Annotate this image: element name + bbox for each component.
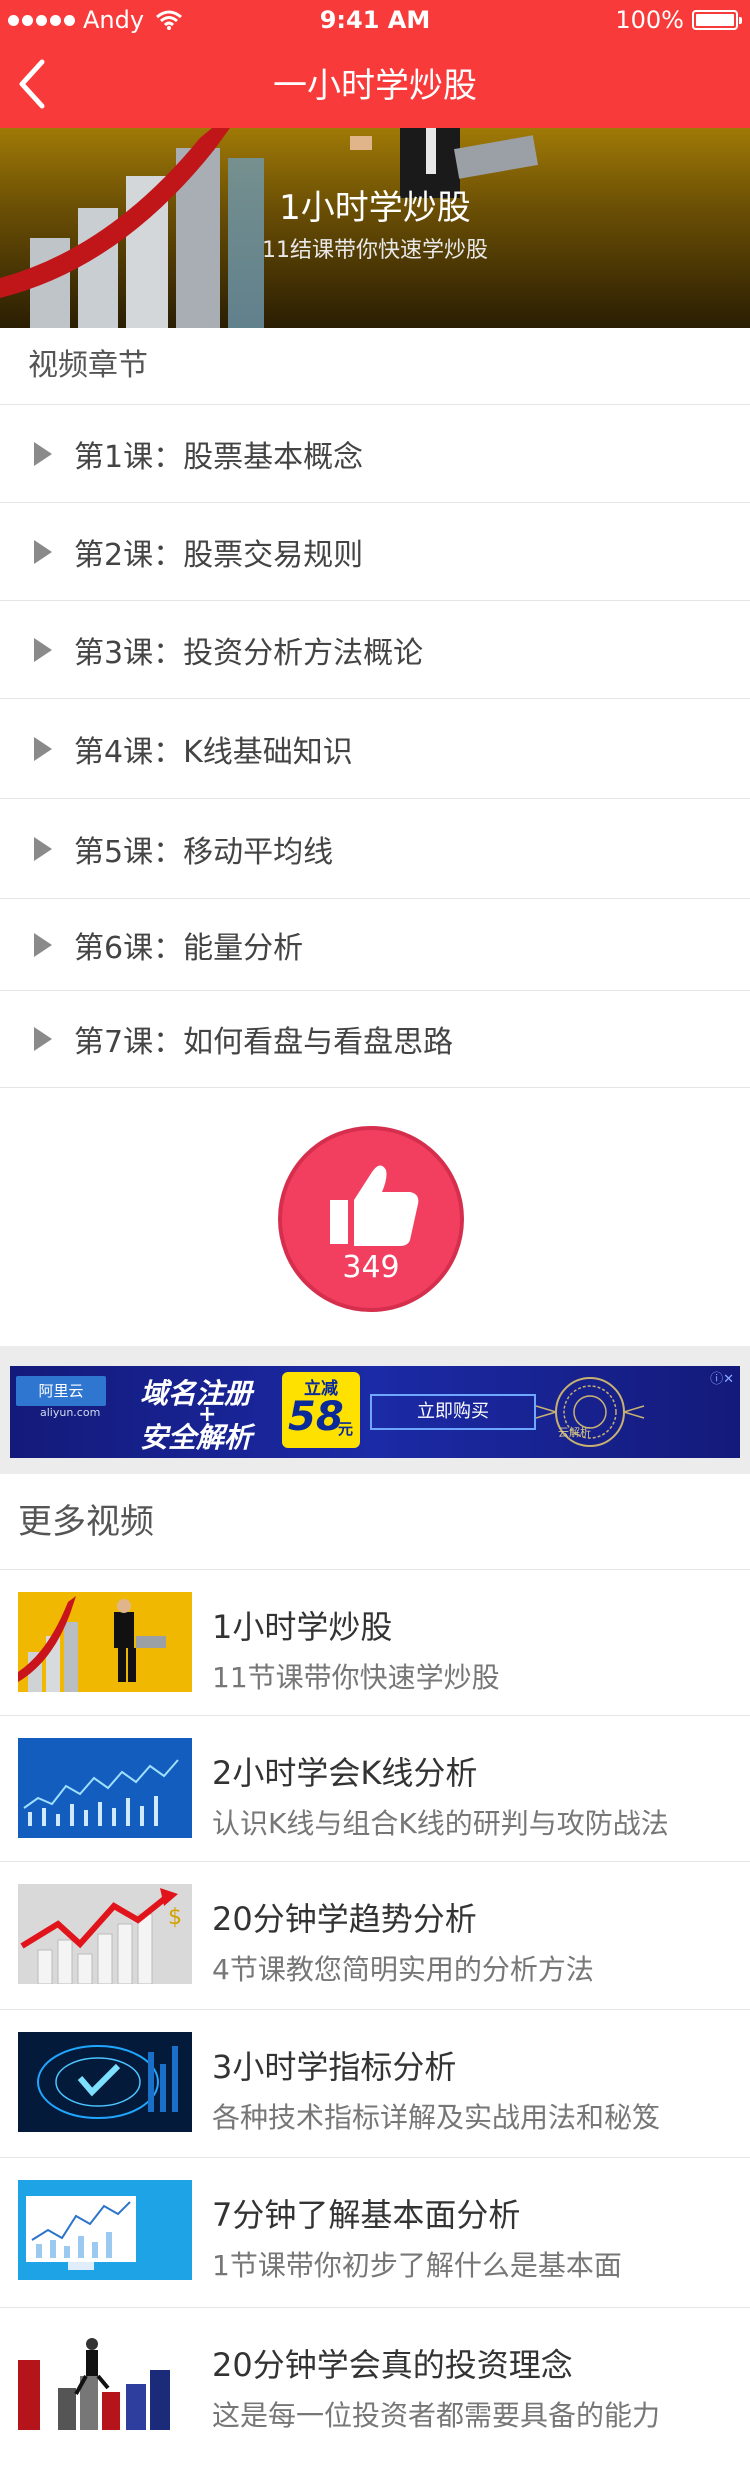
video-title: 2小时学会K线分析 xyxy=(212,1754,478,1792)
play-triangle-icon xyxy=(34,736,52,761)
hero-banner: 1小时学炒股 11结课带你快速学炒股 xyxy=(0,128,750,328)
lesson-item-3[interactable]: 第3课：投资分析方法概论 xyxy=(0,600,750,698)
lesson-item-2[interactable]: 第2课：股票交易规则 xyxy=(0,502,750,600)
lesson-label: 第4课：K线基础知识 xyxy=(74,734,353,770)
play-triangle-icon xyxy=(34,539,52,564)
play-triangle-icon xyxy=(34,836,52,861)
video-item-4[interactable]: 3小时学指标分析 各种技术指标详解及实战用法和秘笈 xyxy=(0,2010,750,2158)
video-thumbnail xyxy=(18,1592,192,1692)
buy-now-button[interactable]: 立即购买 xyxy=(370,1394,536,1430)
battery-percent: 100% xyxy=(615,6,684,34)
more-videos-heading: 更多视频 xyxy=(0,1474,750,1570)
video-title: 20分钟学会真的投资理念 xyxy=(212,2346,573,2384)
badge-number: 58 xyxy=(288,1394,344,1440)
svg-text:$: $ xyxy=(168,1905,182,1930)
video-thumbnail xyxy=(18,2180,192,2280)
video-item-5[interactable]: 7分钟了解基本面分析 1节课带你初步了解什么是基本面 xyxy=(0,2158,750,2308)
video-title: 3小时学指标分析 xyxy=(212,2048,457,2086)
status-right: 100% xyxy=(615,6,742,34)
hero-subtitle: 11结课带你快速学炒股 xyxy=(262,238,488,263)
like-count: 349 xyxy=(342,1250,400,1285)
lesson-item-7[interactable]: 第7课：如何看盘与看盘思路 xyxy=(0,990,750,1088)
lesson-label: 第3课：投资分析方法概论 xyxy=(74,635,424,671)
aliyun-domain: aliyun.com xyxy=(40,1406,101,1419)
video-item-6[interactable]: 20分钟学会真的投资理念 这是每一位投资者都需要具备的能力 xyxy=(0,2308,750,2468)
video-title: 20分钟学趋势分析 xyxy=(212,1900,477,1938)
video-subtitle: 这是每一位投资者都需要具备的能力 xyxy=(212,2399,661,2432)
ad-banner[interactable]: 阿里云 aliyun.com 域名注册 + 安全解析 立减 58 元 立即购买 … xyxy=(10,1366,740,1458)
like-button[interactable]: 349 xyxy=(278,1126,464,1312)
video-subtitle: 4节课教您简明实用的分析方法 xyxy=(212,1953,594,1986)
page-title: 一小时学炒股 xyxy=(273,66,477,106)
battery-icon xyxy=(692,10,742,30)
play-triangle-icon xyxy=(34,1027,52,1051)
lesson-label: 第2课：股票交易规则 xyxy=(74,537,364,573)
play-triangle-icon xyxy=(34,932,52,957)
video-thumbnail: $ xyxy=(18,1884,192,1984)
lesson-item-4[interactable]: 第4课：K线基础知识 xyxy=(0,698,750,798)
play-triangle-icon xyxy=(34,637,52,662)
status-bar: Andy 9:41 AM 100% xyxy=(0,0,750,40)
video-title: 7分钟了解基本面分析 xyxy=(212,2196,521,2234)
lesson-item-5[interactable]: 第5课：移动平均线 xyxy=(0,798,750,898)
aliyun-logo: 阿里云 xyxy=(16,1376,106,1406)
lesson-item-1[interactable]: 第1课：股票基本概念 xyxy=(0,404,750,502)
lesson-label: 第7课：如何看盘与看盘思路 xyxy=(74,1025,454,1060)
seal-label: 云解析 xyxy=(558,1426,591,1439)
video-subtitle: 11节课带你快速学炒股 xyxy=(212,1661,500,1694)
lesson-item-6[interactable]: 第6课：能量分析 xyxy=(0,898,750,990)
lesson-label: 第1课：股票基本概念 xyxy=(74,439,364,475)
hero-title: 1小时学炒股 xyxy=(279,188,471,228)
discount-badge: 立减 58 元 xyxy=(282,1372,360,1448)
video-thumbnail xyxy=(18,1738,192,1838)
video-subtitle: 1节课带你初步了解什么是基本面 xyxy=(212,2249,622,2282)
video-thumbnail xyxy=(18,2032,192,2132)
play-triangle-icon xyxy=(34,441,52,466)
video-item-1[interactable]: 1小时学炒股 11节课带你快速学炒股 xyxy=(0,1570,750,1716)
video-subtitle: 认识K线与组合K线的研判与攻防战法 xyxy=(212,1807,669,1840)
video-thumbnail xyxy=(18,2330,192,2430)
seal-icon xyxy=(535,1377,645,1447)
lesson-label: 第6课：能量分析 xyxy=(74,930,304,966)
video-title: 1小时学炒股 xyxy=(212,1608,393,1646)
ad-line-1: 域名注册 xyxy=(140,1377,253,1410)
navigation-bar: Andy 9:41 AM 100% 一小时学炒股 xyxy=(0,0,750,128)
video-subtitle: 各种技术指标详解及实战用法和秘笈 xyxy=(212,2101,661,2134)
ad-line-2: 安全解析 xyxy=(140,1421,253,1454)
video-item-2[interactable]: 2小时学会K线分析 认识K线与组合K线的研判与攻防战法 xyxy=(0,1716,750,1862)
lesson-label: 第5课：移动平均线 xyxy=(74,834,334,870)
chapters-heading: 视频章节 xyxy=(28,348,148,383)
badge-unit: 元 xyxy=(338,1420,354,1438)
ad-close-icon[interactable]: ⓘ✕ xyxy=(710,1368,734,1387)
video-item-3[interactable]: $ 20分钟学趋势分析 4节课教您简明实用的分析方法 xyxy=(0,1862,750,2010)
